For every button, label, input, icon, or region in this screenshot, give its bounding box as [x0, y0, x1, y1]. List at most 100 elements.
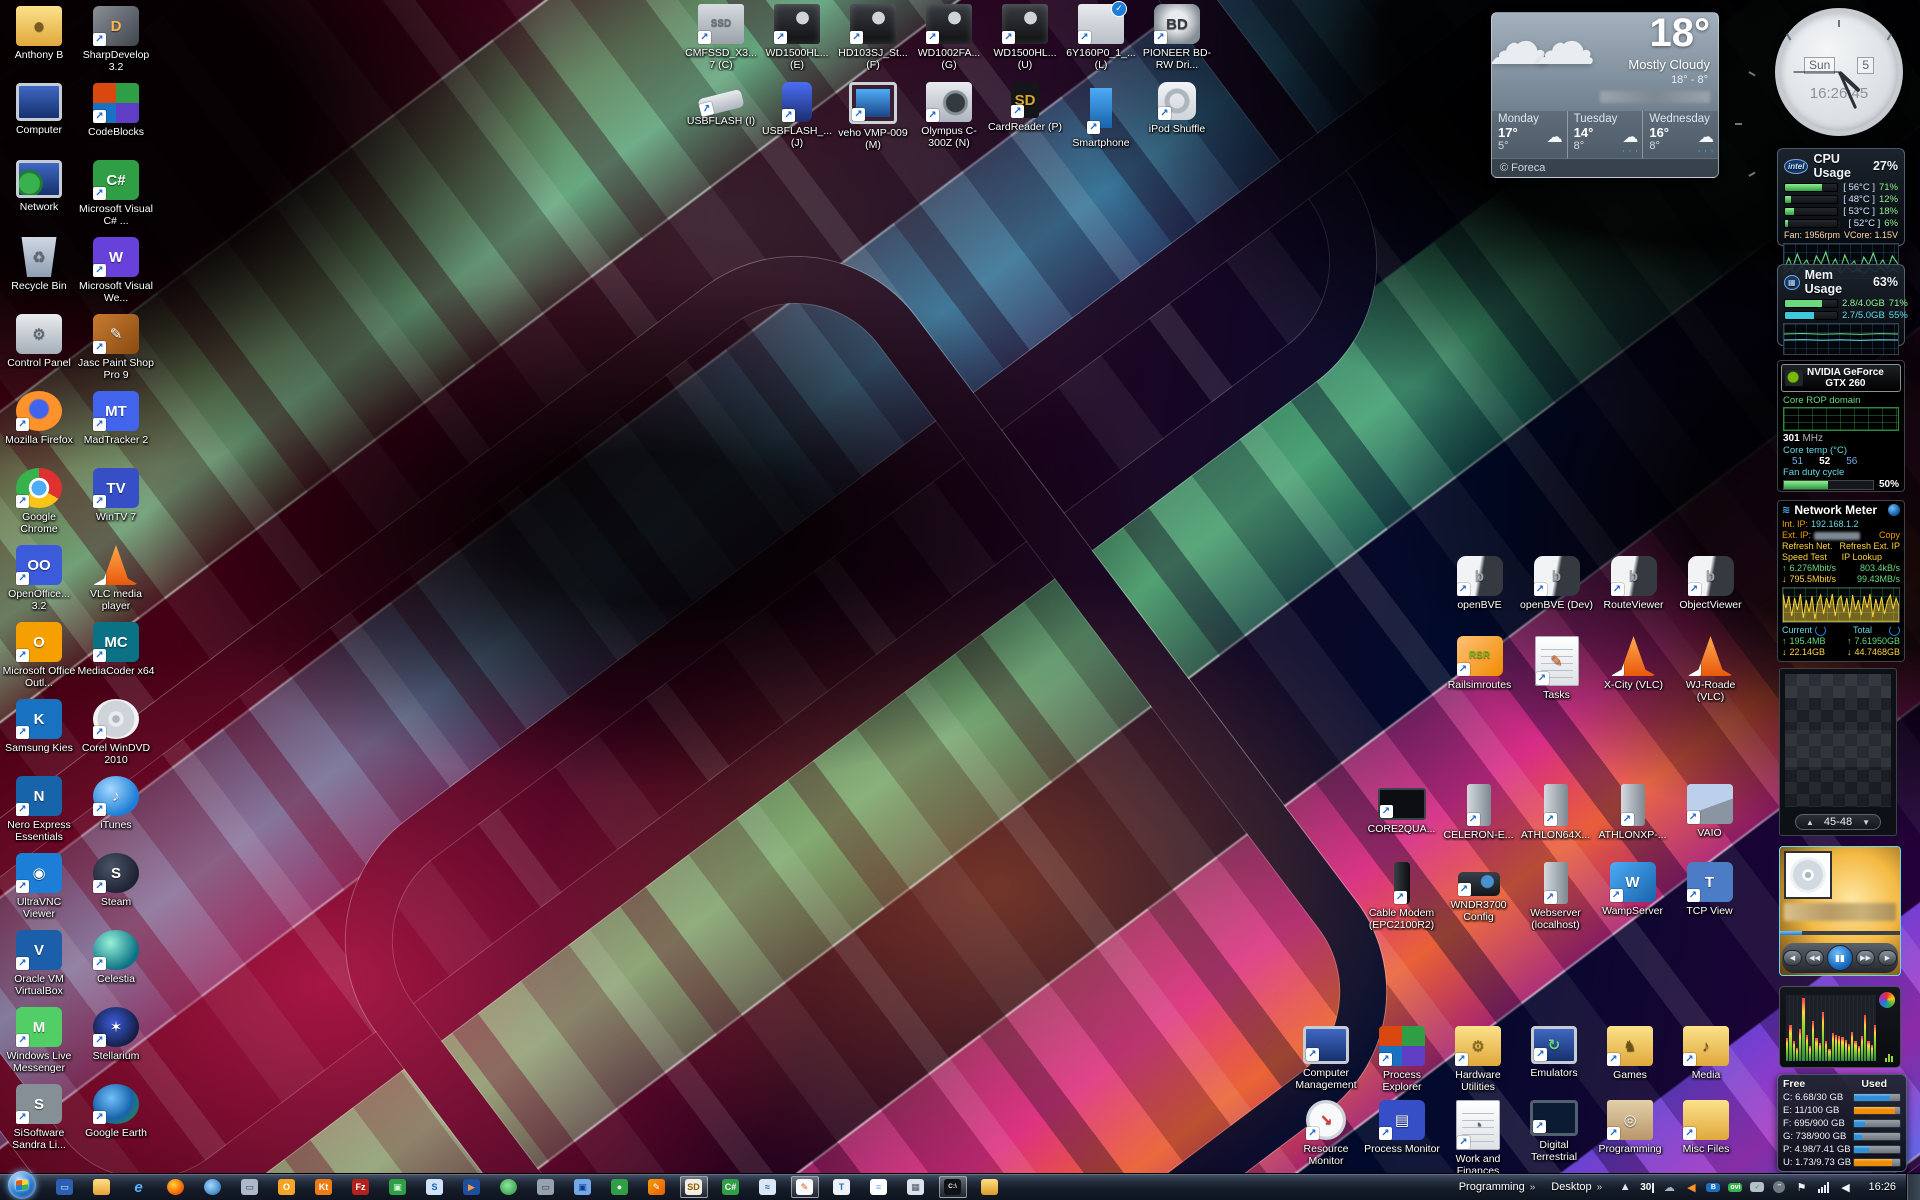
desktop-icon-openbve[interactable]: b↗openBVE: [1441, 556, 1518, 636]
desktop-icon-windows-live-messenger[interactable]: M↗Windows Live Messenger: [2, 1007, 76, 1084]
tray-volume-notifier[interactable]: ◀: [1684, 1180, 1698, 1195]
desktop-icon-wd1002fa-g[interactable]: ↗WD1002FA... (G): [911, 4, 987, 82]
desktop-icon-computer[interactable]: Computer: [2, 83, 76, 160]
net-speed-test-link[interactable]: Speed Test: [1782, 552, 1827, 563]
taskbar-icon-calculator[interactable]: ▦: [902, 1176, 930, 1198]
previous-button[interactable]: ◀◀: [1805, 950, 1824, 966]
desktop-icon-corel-windvd-2010[interactable]: ↗Corel WinDVD 2010: [76, 699, 156, 776]
taskbar-icon-filezilla[interactable]: Fz: [347, 1176, 375, 1198]
desktop-icon-vlc-media-player[interactable]: ↗VLC media player: [76, 545, 156, 622]
tray-safely-remove-usb[interactable]: ✓: [1750, 1180, 1764, 1195]
desktop-icon-itunes[interactable]: ♪↗iTunes: [76, 776, 156, 853]
taskbar-icon-notes-editor[interactable]: ✎: [791, 1176, 819, 1198]
net-refresh-link[interactable]: Refresh Net.: [1782, 541, 1833, 552]
desktop-icon-microsoft-visual-c[interactable]: C#↗Microsoft Visual C# ...: [76, 160, 156, 237]
desktop-icon-misc-files[interactable]: ↗Misc Files: [1668, 1100, 1744, 1174]
taskbar-icon-firefox[interactable]: [162, 1176, 190, 1198]
desktop-icon-microsoft-visual-we[interactable]: W↗Microsoft Visual We...: [76, 237, 156, 314]
desktop-icon-core2qua[interactable]: ↗CORE2QUA...: [1363, 784, 1440, 862]
desktop-icon-digital-terrestrial[interactable]: ↗Digital Terrestrial: [1516, 1100, 1592, 1174]
desktop-icon-steam[interactable]: S↗Steam: [76, 853, 156, 930]
taskbar-icon-vnc-viewer[interactable]: ▣: [384, 1176, 412, 1198]
desktop-icon-sisoftware-sandra-li[interactable]: S↗SiSoftware Sandra Li...: [2, 1084, 76, 1161]
taskbar-icon-notepad[interactable]: ≡: [865, 1176, 893, 1198]
desktop-icon-olympus-c-300z-n[interactable]: ↗Olympus C-300Z (N): [911, 82, 987, 160]
taskbar-icon-quick-launch-window[interactable]: ▭: [51, 1176, 79, 1198]
media-player-gadget[interactable]: ◀◀◀▮▮▶▶▶: [1779, 846, 1901, 976]
player-progress-bar[interactable]: [1780, 931, 1900, 935]
tray-weather-cloud[interactable]: ☁: [1662, 1180, 1676, 1195]
taskbar-icon-remote-user-pc[interactable]: ▭: [236, 1176, 264, 1198]
desktop-icon-wj-roade-vlc[interactable]: ↗WJ-Roade (VLC): [1672, 636, 1749, 716]
desktop-icon-anthony-b[interactable]: ☻Anthony B: [2, 6, 76, 83]
taskbar-icon-paint-shop-pro[interactable]: ✎: [643, 1176, 671, 1198]
desktop-icon-madtracker-2[interactable]: MT↗MadTracker 2: [76, 391, 156, 468]
desktop-icon-wampserver[interactable]: W↗WampServer: [1594, 862, 1671, 940]
taskbar-icon-thunderbird[interactable]: [199, 1176, 227, 1198]
taskbar-icon-display-monitor[interactable]: ▭: [532, 1176, 560, 1198]
pager-down-arrow[interactable]: ▼: [1862, 818, 1870, 827]
desktop-icon-media[interactable]: ♪↗Media: [1668, 1026, 1744, 1100]
taskbar-icon-kt-app[interactable]: Kt: [310, 1176, 338, 1198]
tray-hidden-icons-arrow[interactable]: ▲: [1618, 1180, 1632, 1195]
drive-meter-gadget[interactable]: Free Used C: 6.68/30 GBE: 11/100 GBF: 69…: [1777, 1074, 1907, 1172]
desktop-icon-work-and-finances[interactable]: ◔↗Work and Finances: [1440, 1100, 1516, 1174]
desktop-icon-mozilla-firefox[interactable]: ↗Mozilla Firefox: [2, 391, 76, 468]
desktop-icon-process-monitor[interactable]: ▤↗Process Monitor: [1364, 1100, 1440, 1174]
network-meter-gadget[interactable]: ≋ Network Meter Int. IP:192.168.1.2 Ext.…: [1777, 500, 1905, 662]
gpu-monitor-gadget[interactable]: NVIDIA GeForceGTX 260 Core ROP domain 30…: [1777, 360, 1905, 492]
desktop-icon-6y160p0-1-l[interactable]: ✓↗6Y160P0_1_... (L): [1063, 4, 1139, 82]
desktop-icon-hardware-utilities[interactable]: ⚙↗Hardware Utilities: [1440, 1026, 1516, 1100]
desktop-icon-athlon64x[interactable]: ↗ATHLON64X...: [1517, 784, 1594, 862]
taskbar-icon-outlook[interactable]: O: [273, 1176, 301, 1198]
desktop-icon-google-earth[interactable]: ↗Google Earth: [76, 1084, 156, 1161]
desktop-icon-wintv-7[interactable]: TV↗WinTV 7: [76, 468, 156, 545]
chevron-icon[interactable]: »: [1530, 1182, 1536, 1193]
desktop-icon-wndr3700-config[interactable]: ↗WNDR3700 Config: [1440, 862, 1517, 940]
desktop-icon-programming[interactable]: ◎↗Programming: [1592, 1100, 1668, 1174]
desktop-icon-ipod-shuffle[interactable]: ↗iPod Shuffle: [1139, 82, 1215, 160]
tray-speaker-volume[interactable]: ◀: [1838, 1180, 1852, 1195]
taskbar-icon-media-player-play[interactable]: ▶: [458, 1176, 486, 1198]
desktop-icon-games[interactable]: ♞↗Games: [1592, 1026, 1668, 1100]
desktop-icon-wd1500hl-u[interactable]: ↗WD1500HL... (U): [987, 4, 1063, 82]
desktop-icon-usbflash-j[interactable]: ↗USBFLASH_... (J): [759, 82, 835, 160]
desktop-icon-jasc-paint-shop-pro-9[interactable]: ✎↗Jasc Paint Shop Pro 9: [76, 314, 156, 391]
desktop-icon-usbflash-i[interactable]: ↗USBFLASH (I): [683, 82, 759, 160]
tray-cpu-temp-meter[interactable]: 30: [1640, 1180, 1654, 1195]
net-refresh-ext-link[interactable]: Refresh Ext. IP: [1839, 541, 1900, 552]
desktop-icon-nero-express-essentials[interactable]: N↗Nero Express Essentials: [2, 776, 76, 853]
desktop-icon-network[interactable]: Network: [2, 160, 76, 237]
desktop-icon-openbve-dev[interactable]: b↗openBVE (Dev): [1518, 556, 1595, 636]
refresh-icon[interactable]: [1889, 625, 1900, 636]
desktop-icon-routeviewer[interactable]: b↗RouteViewer: [1595, 556, 1672, 636]
color-wheel-icon[interactable]: [1879, 992, 1895, 1008]
desktop-icon-emulators[interactable]: ↻↗Emulators: [1516, 1026, 1592, 1100]
desktop-icon-computer-management[interactable]: ↗Computer Management: [1288, 1026, 1364, 1100]
show-desktop-button[interactable]: [1906, 1174, 1920, 1200]
desktop-icon-cardreader-p[interactable]: SD↗CardReader (P): [987, 82, 1063, 160]
desktop-icon-process-explorer[interactable]: ↗Process Explorer: [1364, 1026, 1440, 1100]
chevron-icon[interactable]: »: [1597, 1182, 1603, 1193]
tray-nokia-ovi-suite[interactable]: ovi: [1728, 1180, 1742, 1195]
refresh-icon[interactable]: [1815, 625, 1826, 636]
tray-action-center-flag[interactable]: ⚑: [1794, 1180, 1808, 1195]
volume-button[interactable]: ▶: [1878, 950, 1897, 966]
desktop-icon-codeblocks[interactable]: ↗CodeBlocks: [76, 83, 156, 160]
clock-gadget[interactable]: Sun 5 16:26:45: [1775, 8, 1903, 136]
desktop-icon-railsimroutes[interactable]: RSR↗Railsimroutes: [1441, 636, 1518, 716]
desktop-icon-control-panel[interactable]: ⚙Control Panel: [2, 314, 76, 391]
start-button[interactable]: [8, 1171, 36, 1199]
tray-bluetooth[interactable]: B: [1706, 1180, 1720, 1195]
weather-gadget[interactable]: ☁☁ 18° Mostly Cloudy 18° - 8° Monday17°5…: [1491, 12, 1719, 178]
taskbar-icon-sharpdevelop[interactable]: SD: [680, 1176, 708, 1198]
desktop-icon-x-city-vlc[interactable]: ↗X-City (VLC): [1595, 636, 1672, 716]
next-button[interactable]: ▶▶: [1856, 950, 1875, 966]
rewind-button[interactable]: ◀: [1783, 950, 1802, 966]
taskbar-icon-visual-csharp[interactable]: C#: [717, 1176, 745, 1198]
net-copy-link[interactable]: Copy: [1879, 530, 1900, 541]
desktop-icon-resource-monitor[interactable]: ↘↗Resource Monitor: [1288, 1100, 1364, 1174]
taskbar-icon-wireshark[interactable]: S: [421, 1176, 449, 1198]
desktop-icon-athlonxp[interactable]: ↗ATHLONXP-...: [1594, 784, 1671, 862]
desktop-icon-tcp-view[interactable]: T↗TCP View: [1671, 862, 1748, 940]
